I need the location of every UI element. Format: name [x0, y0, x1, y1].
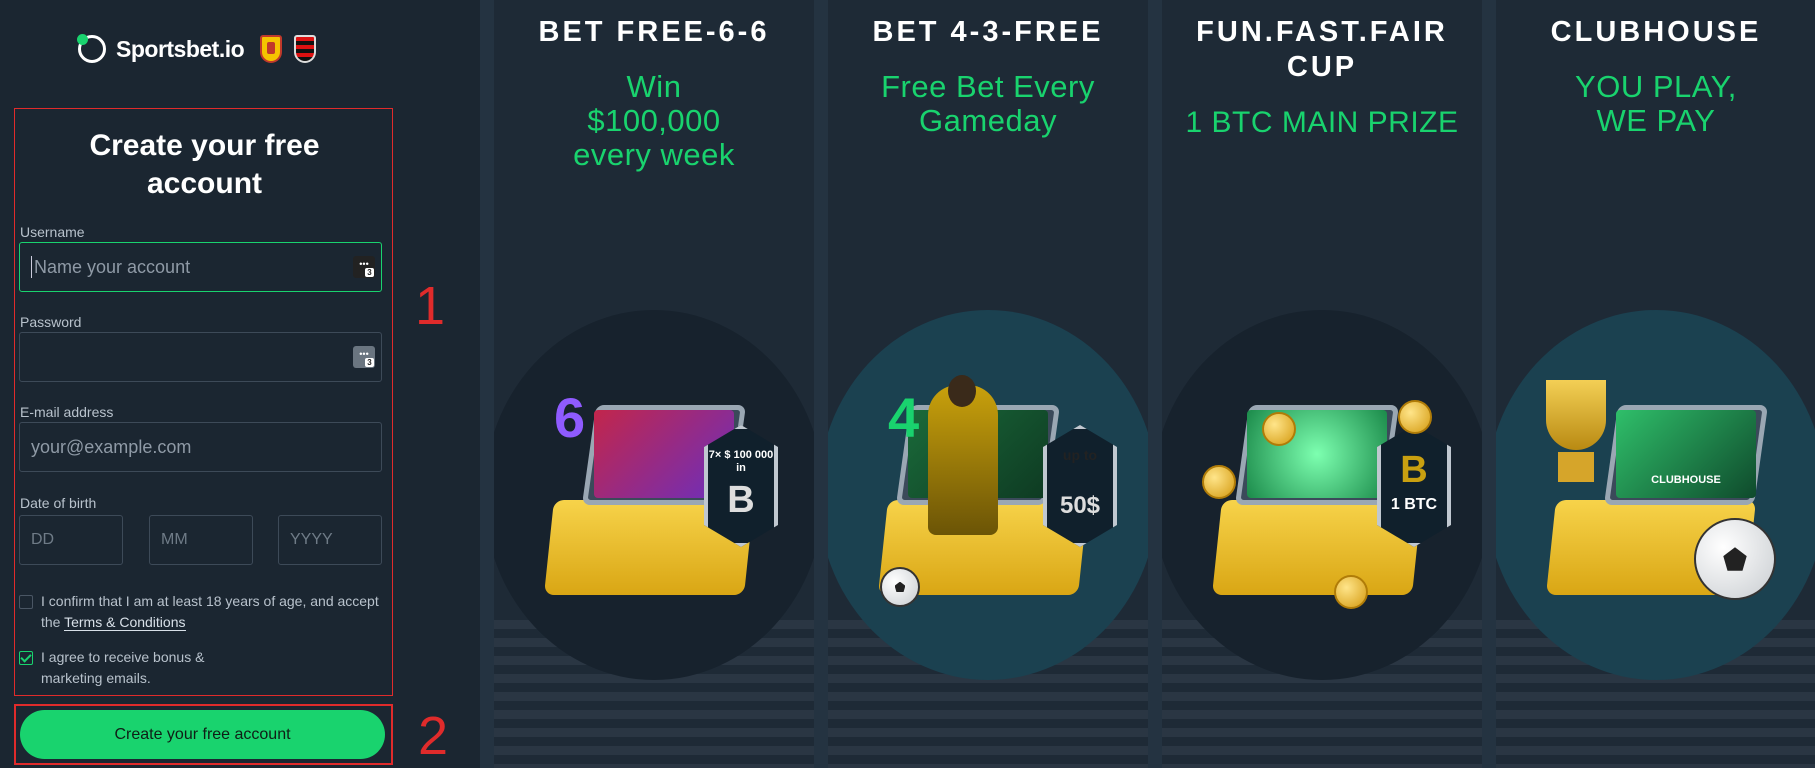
- annotation-1: 1: [415, 276, 446, 336]
- marketing-text: I agree to receive bonus & marketing ema…: [41, 649, 205, 686]
- email-label: E-mail address: [20, 404, 114, 420]
- watford-crest-icon: [260, 35, 283, 63]
- username-placeholder: Name your account: [34, 256, 191, 277]
- email-placeholder: your@example.com: [31, 436, 192, 457]
- dob-year-field[interactable]: YYYY: [278, 515, 382, 565]
- form-title: Create your free account: [89, 129, 320, 200]
- promo-number: 6: [554, 386, 586, 449]
- promo-title: BET 4-3-FREE: [872, 16, 1104, 48]
- marketing-row: I agree to receive bonus & marketing ema…: [19, 647, 379, 689]
- password-field[interactable]: ••• 3: [19, 332, 382, 382]
- email-field[interactable]: your@example.com: [19, 422, 382, 472]
- football-player-illustration: [928, 385, 998, 535]
- promo-subtitle: Win $100,000 every week: [573, 69, 735, 172]
- prize-badge: up to 50$: [1043, 425, 1117, 547]
- terms-link[interactable]: Terms & Conditions: [64, 614, 186, 631]
- promo-card-clubhouse[interactable]: CLUBHOUSE YOU PLAY, WE PAY CLUBHOUSE: [1496, 0, 1815, 768]
- prize-badge: B 1 BTC: [1377, 425, 1451, 547]
- prize-badge: 7× $ 100 000 in B: [704, 425, 778, 547]
- logo-text: Sportsbet.io: [116, 35, 245, 62]
- age-confirm-checkbox[interactable]: [19, 595, 33, 609]
- promo-title: FUN.FAST.FAIR CUP: [1196, 16, 1448, 83]
- promo-subtitle: 1 BTC MAIN PRIZE: [1185, 106, 1459, 139]
- brand-logo[interactable]: Sportsbet.io: [77, 32, 317, 66]
- soccer-ball-icon: [1694, 518, 1776, 600]
- username-label: Username: [20, 224, 85, 240]
- signup-sidebar: Sportsbet.io Create your free account Us…: [0, 0, 495, 768]
- submit-highlight: Create your free account: [14, 704, 393, 765]
- coin-icon: [1262, 412, 1296, 446]
- create-account-button[interactable]: Create your free account: [20, 710, 385, 759]
- username-field[interactable]: Name your account ••• 3: [19, 242, 382, 292]
- promo-subtitle: YOU PLAY, WE PAY: [1575, 69, 1737, 138]
- text-cursor: [31, 256, 32, 278]
- promo-number: 4: [888, 386, 920, 449]
- coin-icon: [1398, 400, 1432, 434]
- dob-day-field[interactable]: DD: [19, 515, 123, 565]
- flamengo-crest-icon: [294, 35, 317, 63]
- promo-title: CLUBHOUSE: [1550, 16, 1762, 48]
- coin-icon: [1202, 465, 1236, 499]
- password-manager-icon[interactable]: ••• 3: [353, 256, 375, 278]
- promo-subtitle: Free Bet Every Gameday: [881, 69, 1095, 138]
- dob-label: Date of birth: [20, 495, 97, 511]
- promo-title: BET FREE-6-6: [538, 16, 770, 48]
- sportsbet-logo-icon: [77, 34, 106, 63]
- marketing-checkbox[interactable]: [19, 651, 33, 665]
- promo-card-fun-fast-fair-cup[interactable]: FUN.FAST.FAIR CUP 1 BTC MAIN PRIZE B 1 B…: [1162, 0, 1482, 768]
- coin-icon: [1334, 575, 1368, 609]
- dob-month-field[interactable]: MM: [149, 515, 253, 565]
- trophy-icon: [1546, 380, 1606, 450]
- promo-card-bet-4-3-free[interactable]: BET 4-3-FREE Free Bet Every Gameday 4 up…: [828, 0, 1148, 768]
- annotation-2: 2: [418, 706, 449, 766]
- password-label: Password: [20, 314, 82, 330]
- soccer-ball-icon: [880, 567, 920, 607]
- age-confirm-row: I confirm that I am at least 18 years of…: [19, 591, 379, 633]
- clubhouse-screen: CLUBHOUSE: [1616, 410, 1756, 498]
- password-manager-icon[interactable]: ••• 3: [353, 346, 375, 368]
- promo-card-bet-free-66[interactable]: BET FREE-6-6 Win $100,000 every week 6 7…: [494, 0, 814, 768]
